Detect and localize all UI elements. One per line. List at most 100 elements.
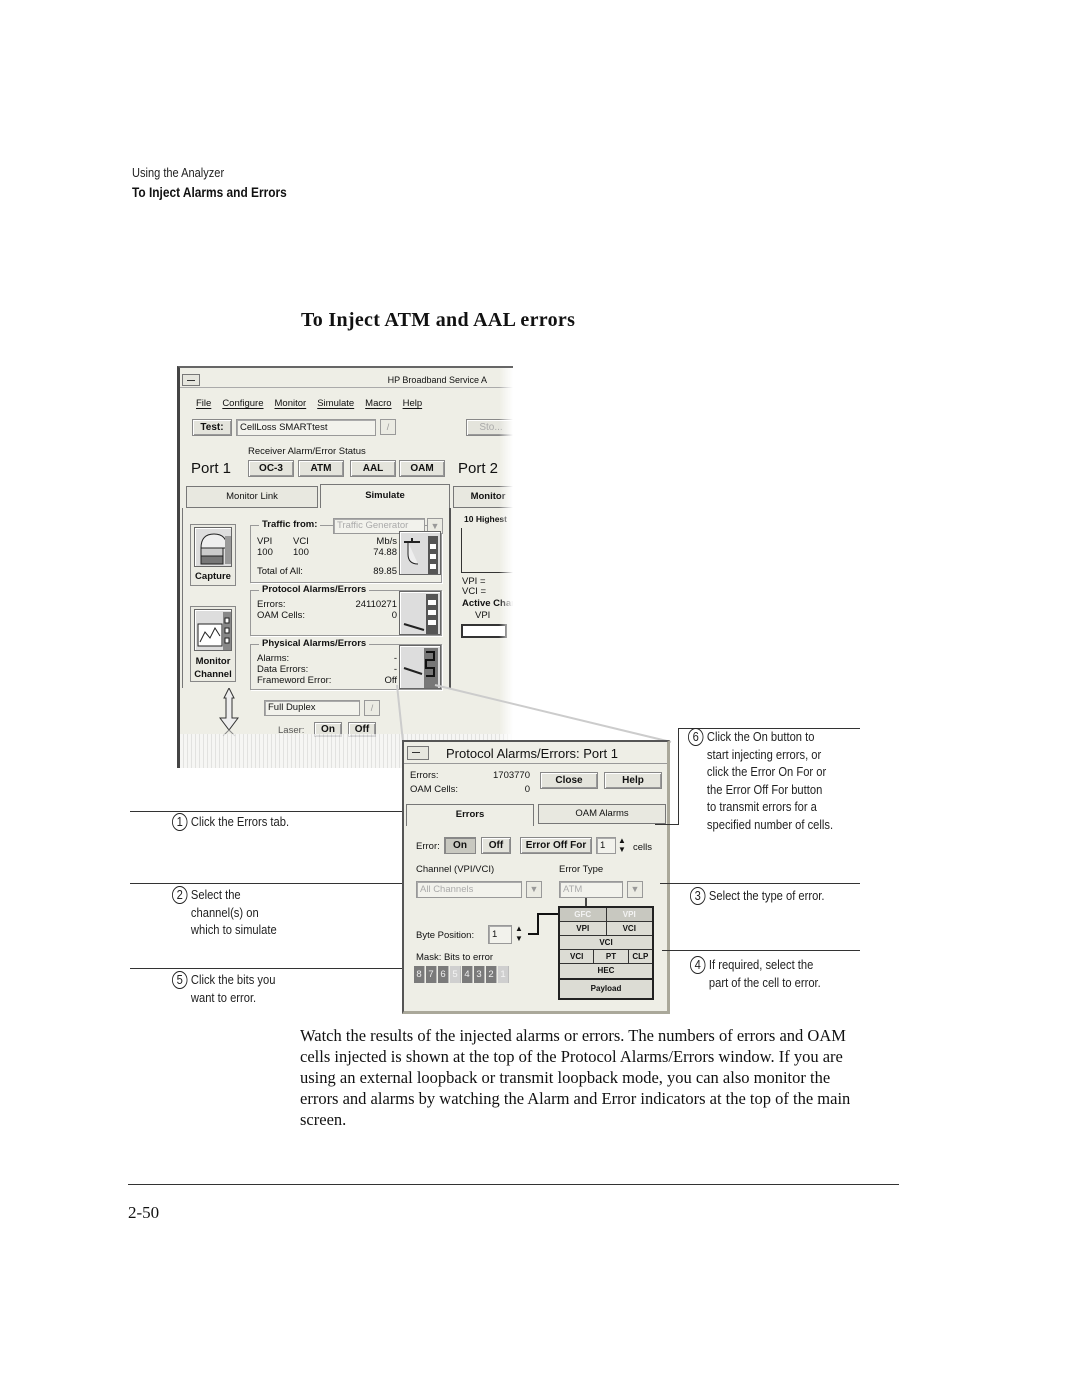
traffic-vci: 100: [293, 547, 309, 558]
port1-label: Port 1: [191, 460, 232, 477]
mask-bit-8[interactable]: 8: [414, 966, 425, 983]
error-type-field[interactable]: ATM: [559, 881, 623, 898]
main-titlebar: HP Broadband Service A: [180, 372, 513, 388]
duplex-field[interactable]: Full Duplex: [264, 700, 360, 716]
close-button[interactable]: Close: [540, 772, 598, 789]
status-atm-button[interactable]: ATM: [298, 460, 344, 477]
test-button[interactable]: Test:: [192, 419, 232, 436]
status-oam-button[interactable]: OAM: [399, 460, 445, 477]
callout-4: 4 If required, select the part of the cel…: [690, 956, 821, 991]
mbs-col-header: Mb/s: [376, 536, 397, 547]
port2-label: Port 2: [458, 460, 499, 477]
tab-oam-alarms[interactable]: OAM Alarms: [538, 804, 666, 824]
mask-bit-2[interactable]: 2: [486, 966, 497, 983]
error-off-button[interactable]: Off: [481, 837, 511, 854]
traffic-group: Traffic from: Traffic Generator ▼ VPI VC…: [250, 518, 443, 583]
cell-field-vci[interactable]: VCI: [560, 936, 652, 949]
popup-errors-value: 1703770: [493, 770, 530, 781]
protocol-group: Protocol Alarms/Errors Errors: 24110271 …: [250, 584, 442, 636]
menu-macro[interactable]: Macro: [365, 398, 391, 409]
zoom-guide-lines: [396, 684, 672, 743]
mask-bit-6[interactable]: 6: [438, 966, 449, 983]
test-field[interactable]: CellLoss SMARTtest: [236, 419, 376, 436]
payload-button[interactable]: Payload: [558, 978, 654, 1000]
cells-label: cells: [633, 842, 653, 853]
callout-2: 2 Select the channel(s) on which to simul…: [172, 886, 277, 939]
cell-field-clp[interactable]: CLP: [628, 950, 652, 963]
status-aal-button[interactable]: AAL: [350, 460, 396, 477]
manual-page: Using the Analyzer To Inject Alarms and …: [0, 0, 1080, 1397]
traffic-total-value: 89.85: [373, 566, 397, 577]
channel-dropdown-icon[interactable]: ▼: [526, 881, 542, 898]
menu-help[interactable]: Help: [403, 398, 423, 409]
running-header-section: Using the Analyzer: [132, 165, 225, 180]
traffic-title: Traffic from:: [259, 519, 321, 530]
menu-file[interactable]: File: [196, 398, 211, 409]
menu-simulate[interactable]: Simulate: [317, 398, 354, 409]
duplex-dropdown-icon[interactable]: /: [364, 700, 380, 716]
cell-field-vpi[interactable]: VPI: [560, 922, 607, 935]
channel-field[interactable]: All Channels: [416, 881, 522, 898]
cells-spinner-icon[interactable]: ▲ ▼: [618, 836, 630, 856]
physical-data-errors-value: -: [393, 664, 397, 675]
main-window-title: HP Broadband Service A: [387, 375, 487, 385]
atm-cell-header-grid: GFC VPI VPI VCI VCI VCI PT CLP HEC: [558, 906, 654, 980]
cell-field-pt[interactable]: PT: [594, 950, 629, 963]
tab-monitor-link[interactable]: Monitor Link: [186, 486, 318, 508]
popup-title: Protocol Alarms/Errors: Port 1: [446, 746, 618, 761]
status-heading: Receiver Alarm/Error Status: [248, 446, 366, 457]
running-header-subsection: To Inject Alarms and Errors: [132, 184, 287, 200]
protocol-errors-value: 24110271: [355, 599, 397, 610]
help-button[interactable]: Help: [604, 772, 662, 789]
cell-field-hec[interactable]: HEC: [560, 964, 652, 978]
cells-count-field[interactable]: 1: [596, 837, 616, 854]
cell-header-row: VPI VCI: [560, 922, 652, 936]
tab-errors[interactable]: Errors: [406, 804, 534, 826]
callout-5: 5 Click the bits you want to error.: [172, 971, 275, 1006]
physical-title: Physical Alarms/Errors: [259, 638, 370, 649]
capture-icon: [194, 527, 232, 567]
cell-field-vpi[interactable]: VPI: [606, 908, 652, 921]
error-type-label: Error Type: [559, 864, 604, 875]
capture-button[interactable]: Capture: [190, 524, 236, 586]
protocol-oam-value: 0: [391, 610, 397, 621]
monitor-channel-icon: [194, 609, 232, 651]
right-vpi-col: VPI: [475, 610, 491, 621]
cell-field-vci[interactable]: VCI: [606, 922, 652, 935]
physical-alarms-value: -: [393, 653, 397, 664]
mask-bit-4[interactable]: 4: [462, 966, 473, 983]
faucet-icon[interactable]: [399, 531, 441, 575]
mask-bits: 87654321: [414, 966, 514, 983]
status-oc3-button[interactable]: OC-3: [248, 460, 294, 477]
protocol-inject-icon[interactable]: [399, 591, 441, 635]
mask-bit-1[interactable]: 1: [498, 966, 509, 983]
menu-configure[interactable]: Configure: [222, 398, 263, 409]
cell-field-gfc[interactable]: GFC: [560, 908, 607, 921]
cell-field-vci[interactable]: VCI: [560, 950, 595, 963]
monitor-channel-button[interactable]: Monitor Channel: [190, 606, 236, 682]
cell-header-row: VCI PT CLP: [560, 950, 652, 964]
vci-col-header: VCI: [293, 536, 309, 547]
mask-bit-3[interactable]: 3: [474, 966, 485, 983]
mask-bit-5[interactable]: 5: [450, 966, 461, 983]
system-menu-icon[interactable]: [182, 374, 200, 386]
byte-position-label: Byte Position:: [416, 930, 475, 941]
mask-bit-7[interactable]: 7: [426, 966, 437, 983]
page-number: 2-50: [128, 1203, 160, 1222]
traffic-total-row: Total of All: 89.85: [257, 566, 397, 577]
popup-system-menu-icon[interactable]: [407, 746, 429, 760]
menu-bar: File Configure Monitor Simulate Macro He…: [196, 398, 422, 409]
error-on-button[interactable]: On: [444, 837, 476, 854]
byte-position-spinner-icon[interactable]: ▲ ▼: [515, 924, 527, 946]
tab-simulate[interactable]: Simulate: [320, 484, 450, 508]
byte-position-field[interactable]: 1: [488, 925, 512, 944]
channel-label: Channel (VPI/VCI): [416, 864, 495, 875]
popup-titlebar: Protocol Alarms/Errors: Port 1: [404, 742, 667, 764]
error-off-for-button[interactable]: Error Off For: [520, 837, 592, 854]
footer-rule: [128, 1184, 899, 1185]
page-title: To Inject ATM and AAL errors: [301, 309, 576, 331]
error-type-dropdown-icon[interactable]: ▼: [627, 881, 643, 898]
menu-monitor[interactable]: Monitor: [275, 398, 307, 409]
popup-oam-value: 0: [524, 784, 530, 795]
test-dropdown-icon[interactable]: /: [380, 419, 396, 435]
